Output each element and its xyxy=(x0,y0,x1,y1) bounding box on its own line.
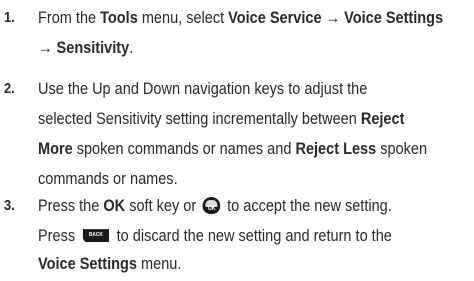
step-2-line-2: selected Sensitivity setting incremental… xyxy=(38,110,405,128)
step-number: 1. xyxy=(4,9,15,26)
ok-key-icon: OK xyxy=(202,197,221,215)
step-number: 2. xyxy=(4,80,15,97)
step-3-line-1: Press the OK soft key or OK to accept th… xyxy=(38,197,392,215)
step-3-line-3: Voice Settings menu. xyxy=(38,255,182,273)
step-2-line-1: Use the Up and Down navigation keys to a… xyxy=(38,80,368,98)
step-2-line-4: commands or names. xyxy=(38,170,178,188)
step-1-line-2: → Sensitivity. xyxy=(38,39,134,57)
back-key-icon: BACK xyxy=(82,229,110,243)
step-2-line-3: More spoken commands or names and Reject… xyxy=(38,140,428,158)
step-3-line-2: Press BACK to discard the new setting an… xyxy=(38,227,392,245)
step-number: 3. xyxy=(4,197,15,214)
step-1-line-1: From the Tools menu, select Voice Servic… xyxy=(38,9,444,27)
